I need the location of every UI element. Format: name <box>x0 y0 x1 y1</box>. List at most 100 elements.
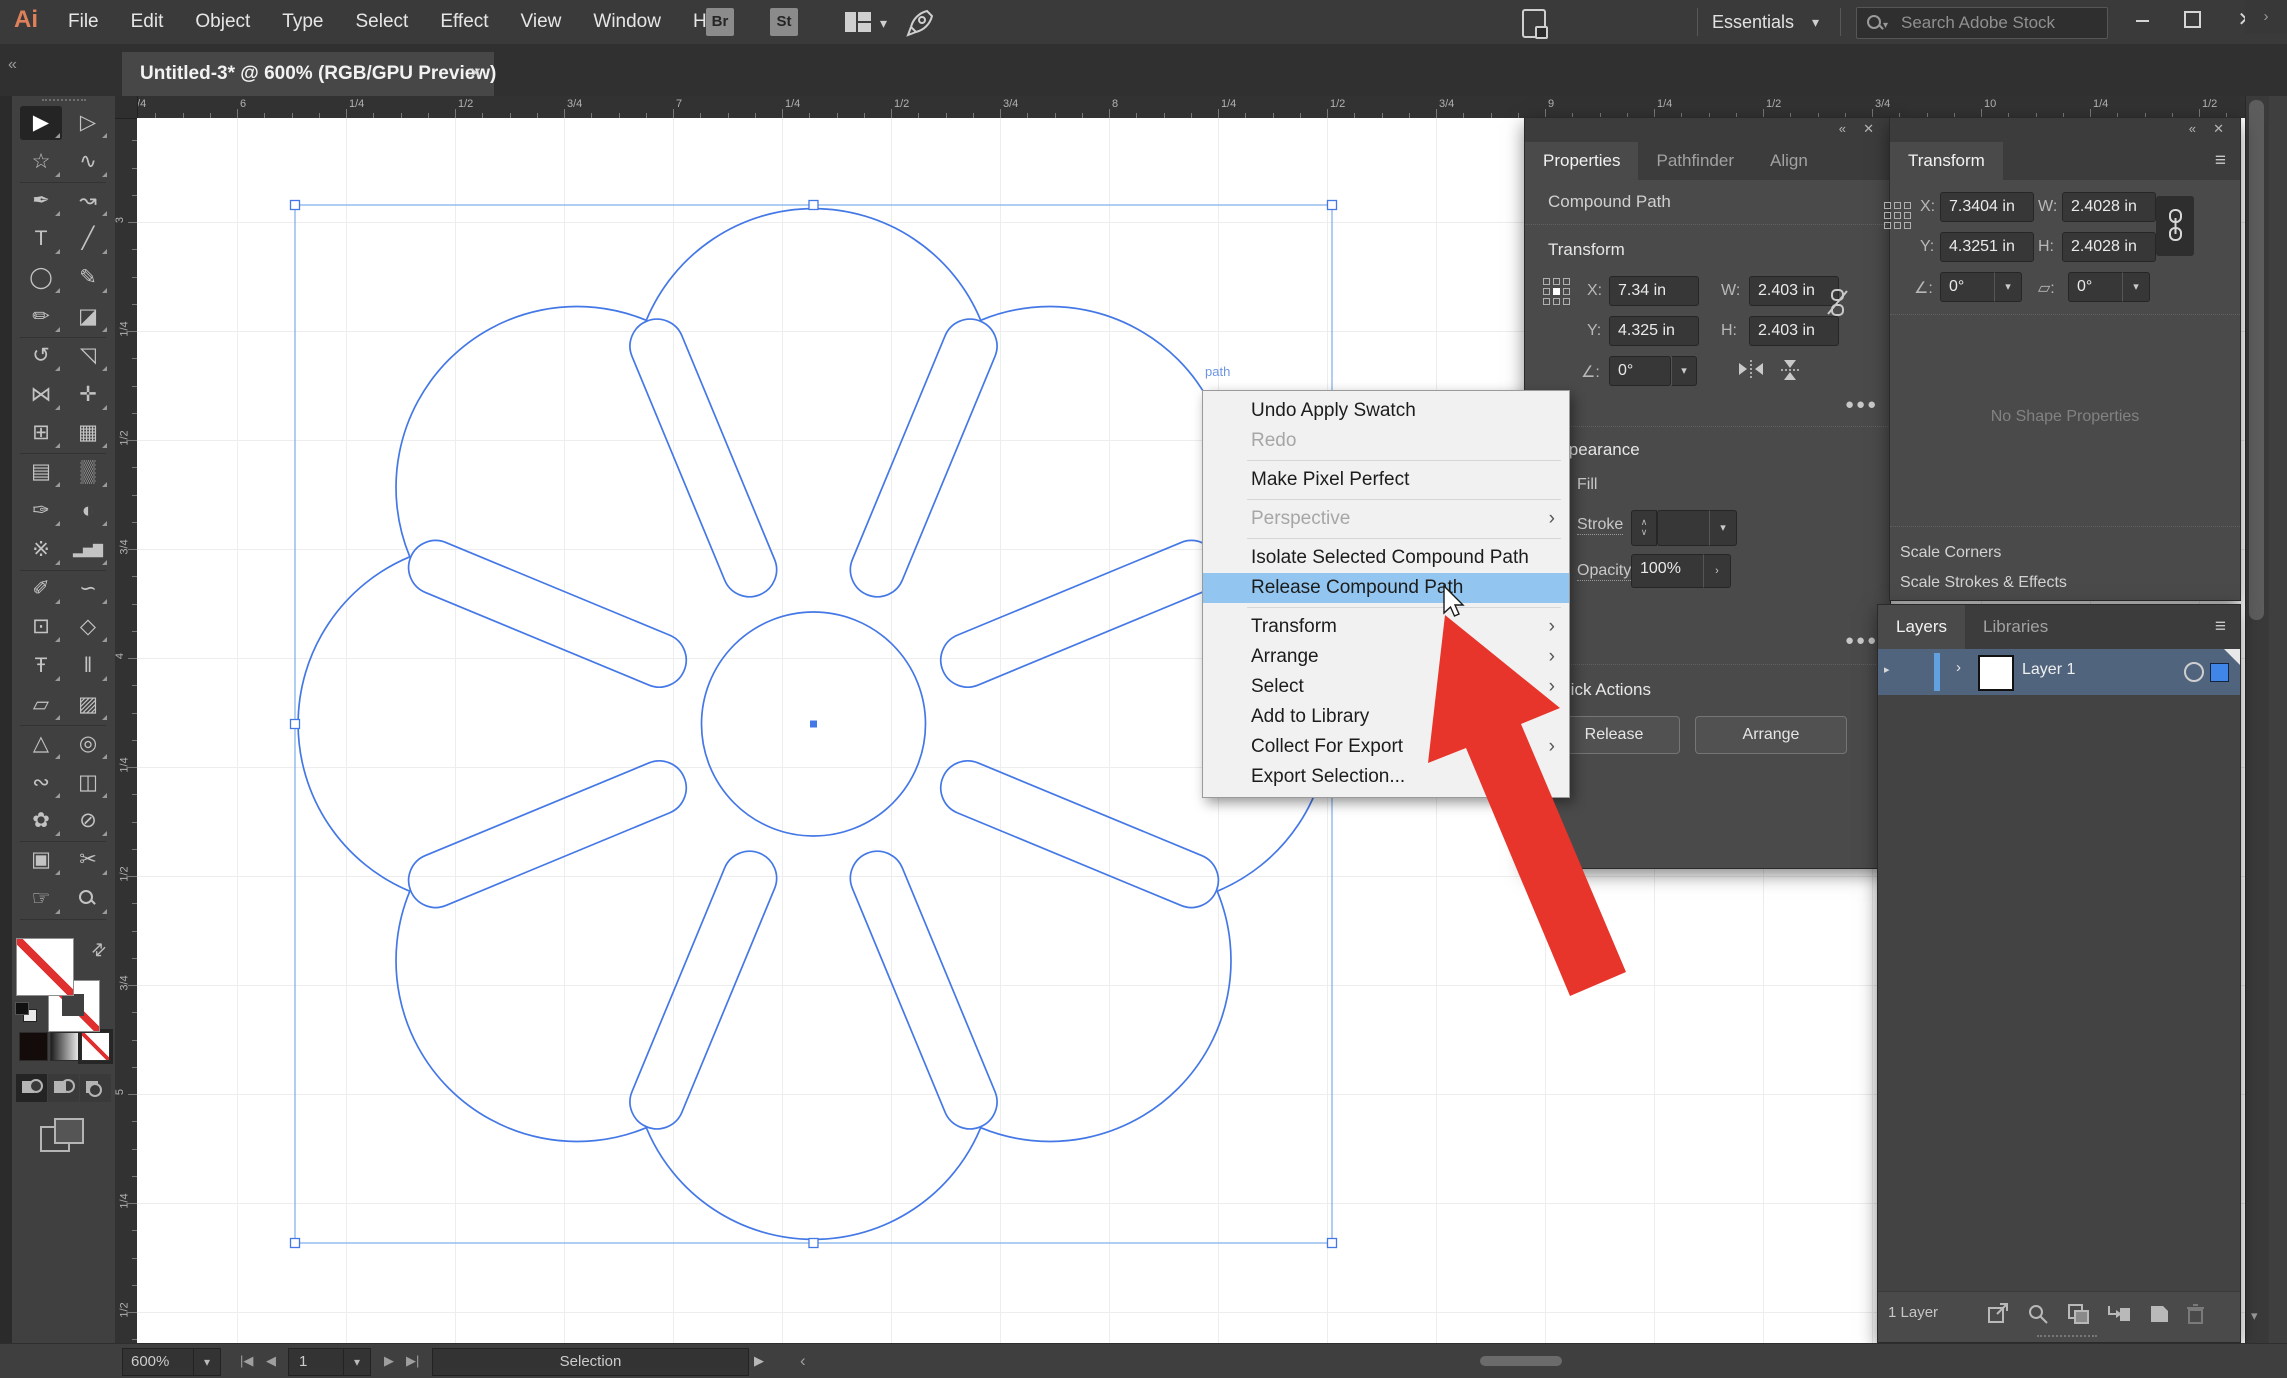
zoom-limit-tool[interactable]: ⊘ <box>67 804 109 838</box>
device-preview-icon[interactable] <box>1522 9 1546 38</box>
appearance-more-options-icon[interactable]: ●●● <box>1845 632 1878 649</box>
gradient-tool[interactable]: ▒ <box>67 455 109 489</box>
eraser-tool[interactable]: ◪ <box>67 300 109 334</box>
selection-handle[interactable] <box>1328 201 1337 210</box>
menu-item-add-to-library[interactable]: Add to Library <box>1203 702 1569 732</box>
menu-item-make-pixel-perfect[interactable]: Make Pixel Perfect <box>1203 465 1569 495</box>
petal-channel-path[interactable] <box>933 753 1227 916</box>
transform-reference-point[interactable] <box>1884 202 1911 229</box>
symbol-screener-tool[interactable]: ✿ <box>20 804 62 838</box>
scale-corners-label[interactable]: Scale Corners <box>1900 544 2001 562</box>
menu-file[interactable]: File <box>52 0 115 44</box>
gpu-performance-icon[interactable] <box>905 8 935 38</box>
blob-brush-tool[interactable]: ✐ <box>20 572 62 606</box>
stroke-weight-chevron-icon[interactable]: ▾ <box>1709 510 1737 546</box>
bridge-button[interactable]: Br <box>706 8 734 36</box>
stroke-weight-field[interactable] <box>1657 510 1717 546</box>
new-layer-icon[interactable] <box>2146 1302 2172 1326</box>
transform-collapse-icon[interactable]: « <box>2189 121 2196 136</box>
default-fill-stroke-icon[interactable] <box>15 1002 37 1022</box>
horizontal-scrollbar-thumb[interactable] <box>1480 1356 1562 1366</box>
flip-vertical-icon[interactable] <box>1779 358 1803 382</box>
arrange-button[interactable]: Arrange <box>1695 716 1847 754</box>
panel-menu-icon[interactable]: ≡ <box>2215 150 2226 172</box>
constrain-proportions-button[interactable] <box>2156 196 2194 256</box>
layer-visibility-arrow-icon[interactable]: ▸ <box>1884 663 1890 676</box>
diagram-tool[interactable]: ◫ <box>67 766 109 800</box>
x-field[interactable]: 7.34 in <box>1609 276 1699 306</box>
petal-channel-path[interactable] <box>622 843 785 1137</box>
petal-channel-path[interactable] <box>622 311 785 605</box>
tp-rotate-chevron-icon[interactable]: ▾ <box>1994 272 2022 302</box>
layers-menu-icon[interactable]: ≡ <box>2215 616 2226 638</box>
free-transform-tool[interactable]: ⊡ <box>20 610 62 644</box>
hand-tool[interactable]: ☞ <box>20 882 62 916</box>
shear-tool[interactable]: ▱ <box>20 688 62 722</box>
tab-pathfinder[interactable]: Pathfinder <box>1638 142 1752 180</box>
delete-layer-icon[interactable] <box>2183 1302 2209 1326</box>
y-field[interactable]: 4.325 in <box>1609 316 1699 346</box>
petal-channel-path[interactable] <box>842 843 1005 1137</box>
puppet-warp-tool[interactable]: ✛ <box>67 378 109 412</box>
vertical-ruler[interactable]: 31/41/23/441/41/23/451/41/2 <box>115 118 138 1343</box>
menu-item-collect-for-export[interactable]: Collect For Export› <box>1203 732 1569 762</box>
panel-collapse-icon[interactable]: « <box>1839 121 1846 136</box>
menu-item-undo-apply-swatch[interactable]: Undo Apply Swatch <box>1203 396 1569 426</box>
direct-selection-tool[interactable]: ▷ <box>67 106 109 140</box>
opacity-field[interactable]: 100% <box>1631 554 1711 588</box>
layer-selection-indicator[interactable] <box>2210 663 2229 682</box>
tab-properties[interactable]: Properties <box>1525 142 1638 180</box>
tab-align[interactable]: Align <box>1752 142 1826 180</box>
tp-h-field[interactable]: 2.4028 in <box>2062 232 2156 262</box>
menu-item-release-compound-path[interactable]: Release Compound Path <box>1203 573 1569 603</box>
menu-edit[interactable]: Edit <box>115 0 180 44</box>
opacity-label[interactable]: Opacity <box>1577 562 1631 581</box>
color-mode-button[interactable] <box>19 1032 48 1061</box>
tab-libraries[interactable]: Libraries <box>1965 605 2066 649</box>
anchor-point-tool[interactable]: ◇ <box>67 610 109 644</box>
scrollbar-down-icon[interactable]: ▾ <box>2251 1308 2258 1324</box>
vertical-scrollbar[interactable]: ▾ <box>2245 96 2269 1343</box>
menu-effect[interactable]: Effect <box>424 0 504 44</box>
last-page-button[interactable]: ▶| <box>406 1348 419 1374</box>
petal-channel-path[interactable] <box>400 532 694 695</box>
shape-tool[interactable]: △ <box>20 727 62 761</box>
pencil-tool[interactable]: ✏ <box>20 300 62 334</box>
layer-expand-icon[interactable]: › <box>1956 659 1961 676</box>
none-mode-button[interactable] <box>81 1032 110 1061</box>
symbol-stainer-tool[interactable]: ▨ <box>67 688 109 722</box>
paintbrush-tool[interactable]: ✎ <box>67 261 109 295</box>
h-field[interactable]: 2.403 in <box>1749 316 1839 346</box>
measure-tool[interactable]: ‖ <box>67 649 109 683</box>
arrange-documents-chevron-icon[interactable]: ▾ <box>880 15 887 32</box>
menu-type[interactable]: Type <box>266 0 339 44</box>
scale-tool[interactable]: ◹ <box>67 339 109 373</box>
draw-normal-button[interactable] <box>16 1074 47 1102</box>
gradient-mode-button[interactable] <box>50 1032 79 1061</box>
menu-item-isolate-selected-compound-path[interactable]: Isolate Selected Compound Path <box>1203 543 1569 573</box>
symbols-tool[interactable]: ◎ <box>67 727 109 761</box>
symbol-sprayer-tool[interactable]: ※ <box>20 533 62 567</box>
tp-shear-chevron-icon[interactable]: ▾ <box>2122 272 2150 302</box>
selection-handle[interactable] <box>1328 1239 1337 1248</box>
line-segment-tool[interactable]: ╱ <box>67 222 109 256</box>
collapse-icon[interactable]: « <box>8 56 17 74</box>
flip-horizontal-icon[interactable] <box>1737 358 1765 380</box>
document-tab-close-icon[interactable]: ✕ <box>469 52 482 96</box>
slice-tool[interactable]: ✂ <box>67 843 109 877</box>
arrange-documents-icon[interactable] <box>845 12 871 32</box>
menu-item-redo[interactable]: Redo <box>1203 426 1569 456</box>
workspace-chevron-icon[interactable]: ▾ <box>1812 0 1819 44</box>
angle-chevron-icon[interactable]: ▾ <box>1671 356 1697 386</box>
selection-handle[interactable] <box>809 201 818 210</box>
touch-type-tool[interactable]: Ŧ <box>20 649 62 683</box>
rotate-tool[interactable]: ↺ <box>20 339 62 373</box>
tp-y-field[interactable]: 4.3251 in <box>1940 232 2034 262</box>
selection-tool[interactable]: ▶ <box>20 106 62 140</box>
blend-tool[interactable]: ◐ <box>67 494 109 528</box>
menu-item-select[interactable]: Select› <box>1203 672 1569 702</box>
zoom-chevron-icon[interactable]: ▾ <box>193 1348 221 1376</box>
horizontal-ruler[interactable]: 3/461/41/23/471/41/23/481/41/23/491/41/2… <box>115 96 2245 119</box>
draw-inside-button[interactable] <box>80 1074 111 1102</box>
stock-button[interactable]: St <box>770 8 798 36</box>
